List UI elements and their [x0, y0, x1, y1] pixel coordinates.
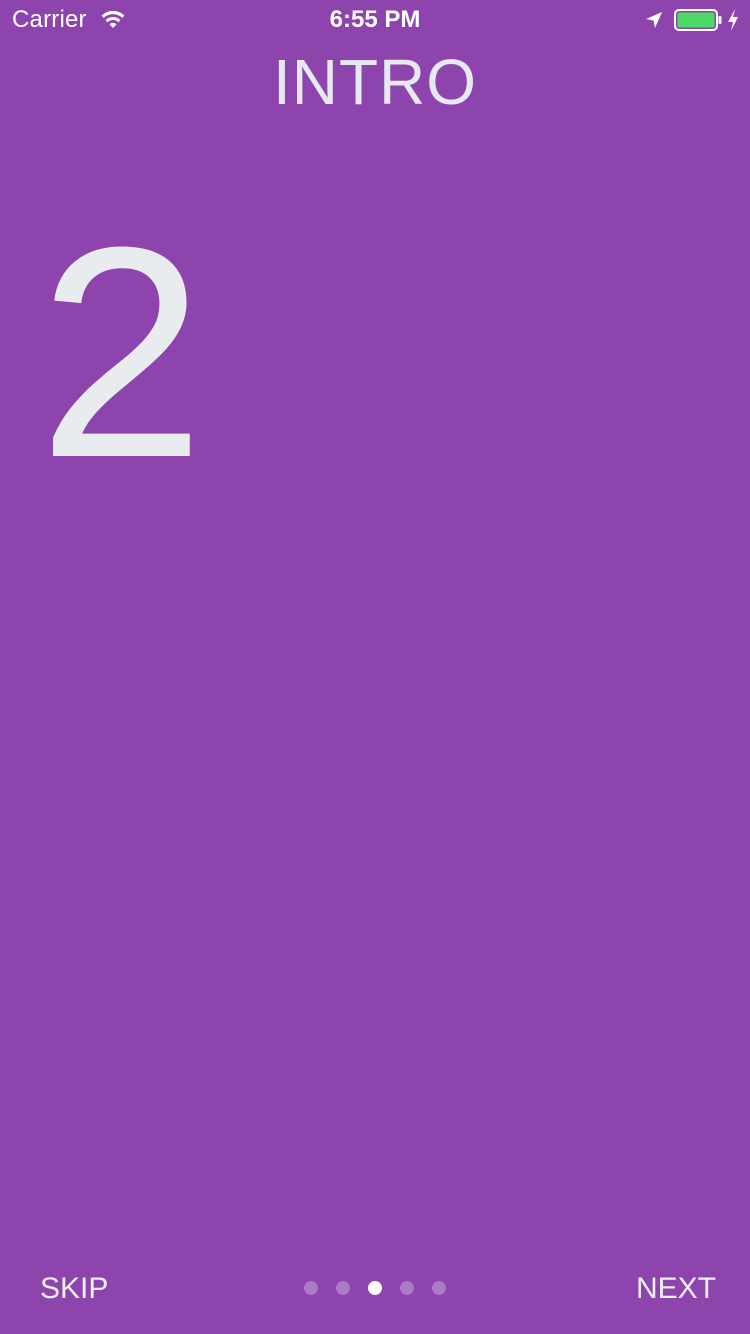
page-dot-1[interactable]: [304, 1281, 318, 1295]
page-dot-2[interactable]: [336, 1281, 350, 1295]
page-indicator[interactable]: [302, 1281, 448, 1297]
next-button[interactable]: NEXT: [636, 1270, 716, 1308]
location-arrow-icon: [646, 12, 662, 28]
slide-number: 2: [38, 184, 205, 520]
page-dot-5[interactable]: [432, 1281, 446, 1295]
battery-full-icon: [674, 9, 722, 31]
page-dot-4[interactable]: [400, 1281, 414, 1295]
status-bar: Carrier 6:55 PM: [0, 0, 750, 40]
charging-bolt-icon: [728, 9, 738, 31]
status-time: 6:55 PM: [329, 6, 421, 33]
page-title: INTRO: [272, 46, 478, 118]
page-dot-3[interactable]: [368, 1281, 382, 1295]
skip-button[interactable]: SKIP: [40, 1270, 108, 1308]
